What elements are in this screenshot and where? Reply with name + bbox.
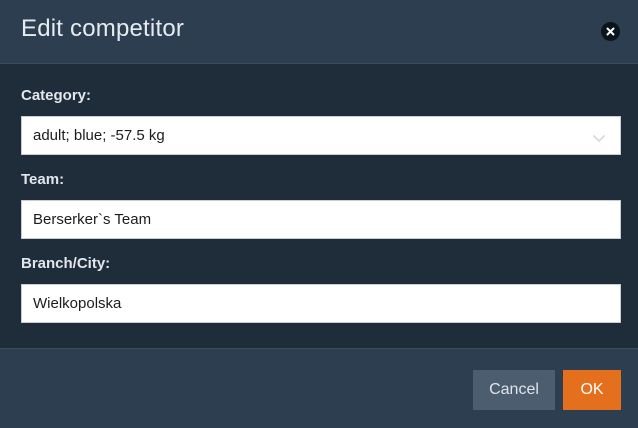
branch-field[interactable]	[21, 284, 621, 323]
dialog-title: Edit competitor	[21, 15, 185, 42]
category-select[interactable]: adult; blue; -57.5 kg	[21, 116, 621, 155]
team-input[interactable]	[33, 211, 609, 228]
team-label: Team:	[21, 171, 65, 188]
cancel-button[interactable]: Cancel	[473, 370, 555, 410]
branch-label: Branch/City:	[21, 255, 111, 272]
dialog-header: Edit competitor	[0, 0, 638, 64]
dialog-body: Category: adult; blue; -57.5 kg Team: Br…	[0, 64, 638, 348]
category-selected-value: adult; blue; -57.5 kg	[33, 127, 165, 144]
ok-button[interactable]: OK	[563, 370, 621, 410]
branch-input[interactable]	[33, 295, 609, 312]
team-field[interactable]	[21, 200, 621, 239]
category-label: Category:	[21, 87, 92, 104]
edit-competitor-dialog: Edit competitor Category: adult; blue; -…	[0, 0, 638, 428]
dialog-footer: Cancel OK	[0, 348, 638, 428]
close-icon	[606, 27, 615, 36]
chevron-down-icon	[592, 130, 606, 147]
close-button[interactable]	[601, 22, 620, 41]
